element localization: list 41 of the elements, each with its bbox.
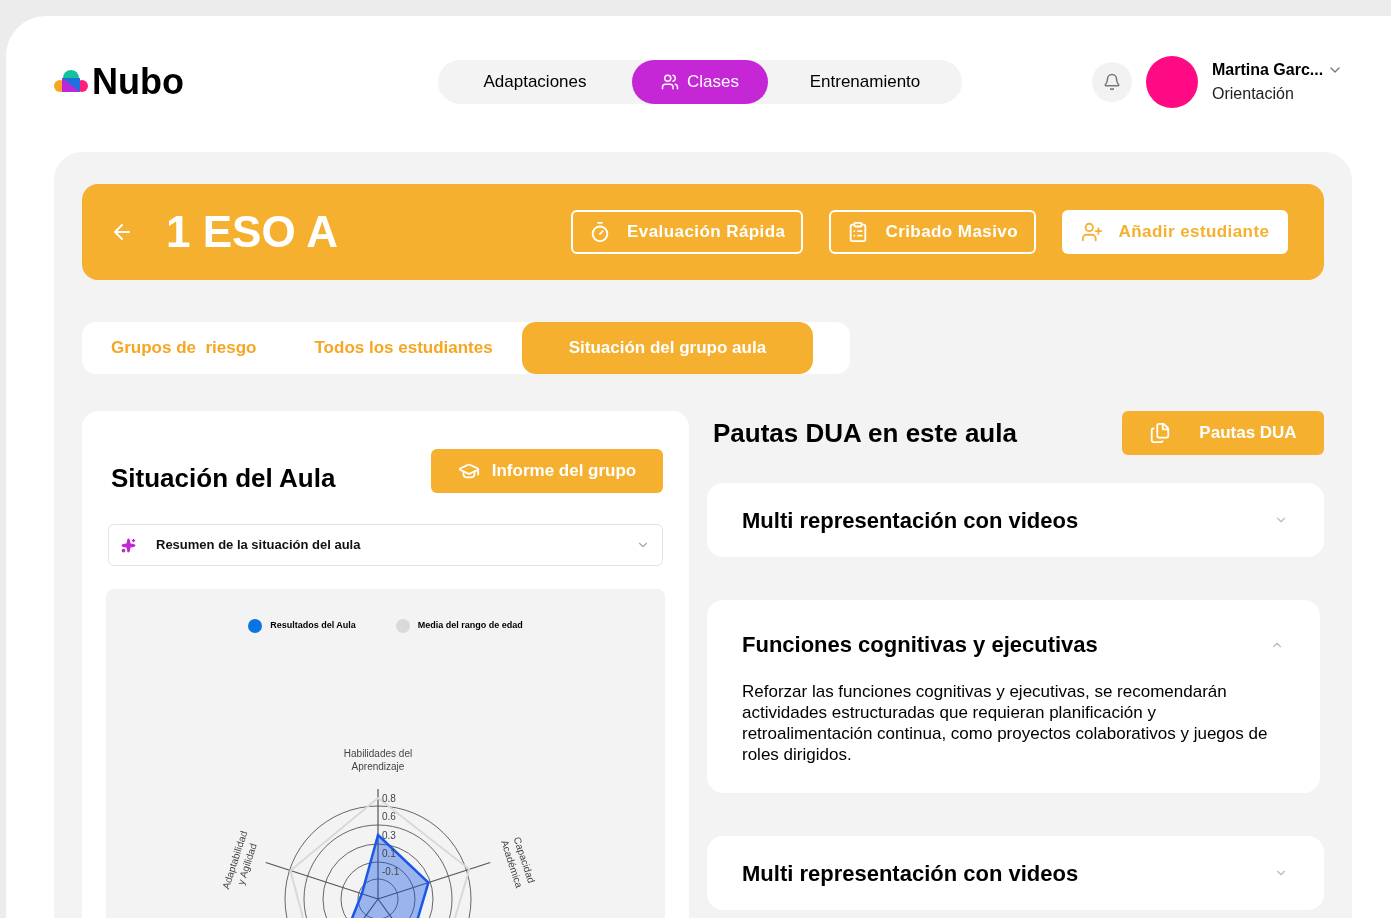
group-icon	[661, 73, 679, 91]
card-title: Situación del Aula	[111, 462, 336, 495]
documents-icon	[1149, 422, 1172, 444]
tick-label: 0.1	[382, 848, 396, 859]
nav-tab[interactable]: Adaptaciones	[438, 60, 632, 104]
axis-label: Habilidades del Aprendizaje	[343, 748, 413, 772]
brand-name: Nubo	[92, 64, 184, 100]
guideline-card[interactable]: Multi representación con videos	[707, 483, 1324, 557]
guideline-card[interactable]: Multi representación con videos	[707, 836, 1324, 910]
pautas-button[interactable]: Pautas DUA	[1122, 411, 1324, 455]
class-title: 1 ESO A	[166, 206, 338, 258]
report-button[interactable]: Informe del grupo	[431, 448, 663, 493]
section-tab[interactable]: Todos los estudiantes	[285, 322, 522, 374]
bell-icon	[1103, 73, 1121, 91]
summary-dropdown[interactable]: Resumen de la situación del aula	[108, 524, 663, 566]
section-tab[interactable]: Situación del grupo aula	[521, 322, 814, 374]
cloud-logo-icon	[54, 69, 88, 95]
header-action-button[interactable]: Cribado Masivo	[829, 210, 1036, 254]
tick-label: 0.3	[382, 830, 396, 841]
section-title: Pautas DUA en este aula	[713, 416, 1017, 450]
legend-label: Media del rango de edad	[417, 619, 523, 633]
legend-label: Resultados del Aula	[270, 619, 356, 633]
section-tab[interactable]: Grupos de riesgo	[82, 322, 286, 374]
tick-label: 0.6	[382, 811, 396, 822]
user-role: Orientación	[1212, 84, 1295, 104]
guideline-text: Reforzar las funciones cognitivas y ejecutivas, se recomendarán actividades estructuradas que requieran planificación y retroalimentación continua, como proyectos colaborativos y juegos de roles dirigidos.	[742, 681, 1269, 765]
guideline-card[interactable]	[707, 600, 1320, 793]
header-action-button[interactable]: Evaluación Rápida	[571, 210, 804, 254]
tick-label: 0.8	[382, 793, 396, 804]
nav-tab[interactable]: Clases	[632, 60, 768, 104]
header-action-button[interactable]: Añadir estudiante	[1062, 210, 1288, 254]
avatar[interactable]	[1146, 56, 1198, 108]
notification-button[interactable]	[1092, 62, 1132, 102]
user-name: Martina Garc...	[1212, 60, 1324, 80]
guideline-title: Funciones cognitivas y ejecutivas	[742, 631, 1098, 659]
nav-tab[interactable]: Entrenamiento	[768, 60, 962, 104]
guideline-title: Multi representación con videos	[742, 506, 1079, 535]
sparkle-icon	[121, 537, 136, 553]
guideline-title: Multi representación con videos	[742, 859, 1079, 888]
tick-label: -0.1	[382, 866, 400, 877]
action-icon	[1080, 221, 1103, 243]
